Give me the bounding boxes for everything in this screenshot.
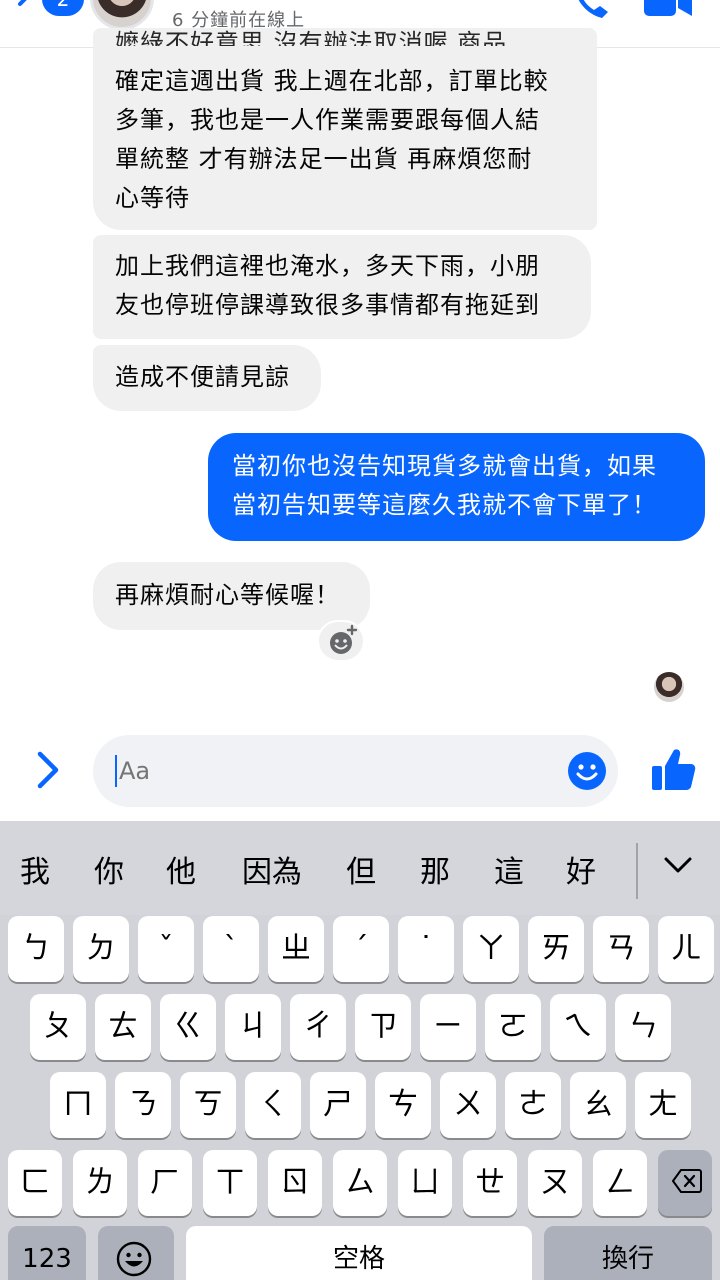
key[interactable]: ㄩ bbox=[398, 1150, 452, 1216]
candidate-word[interactable]: 我 bbox=[20, 847, 50, 891]
message-line: 造成不便請見諒 bbox=[115, 363, 290, 391]
incoming-message[interactable]: 加上我們這裡也淹水，多天下雨，小朋 友也停班停課導致很多事情都有拖延到 bbox=[93, 235, 591, 339]
key[interactable]: ˇ bbox=[138, 916, 194, 982]
chevron-down-icon[interactable] bbox=[660, 851, 696, 879]
key[interactable]: ㄠ bbox=[570, 1072, 626, 1138]
key[interactable]: ㄕ bbox=[310, 1072, 366, 1138]
back-button[interactable]: 2 bbox=[12, 0, 84, 32]
key[interactable]: ㄗ bbox=[355, 994, 411, 1060]
numbers-key[interactable]: 123 bbox=[8, 1226, 86, 1280]
key[interactable]: ㄆ bbox=[30, 994, 86, 1060]
video-camera-icon[interactable] bbox=[644, 0, 694, 18]
backspace-icon bbox=[672, 1169, 702, 1193]
candidate-word[interactable]: 他 bbox=[166, 847, 196, 891]
return-key[interactable]: 換行 bbox=[544, 1226, 712, 1280]
key[interactable]: ˊ bbox=[333, 916, 389, 982]
candidate-word[interactable]: 但 bbox=[346, 847, 376, 891]
message-text-partial: 嬤綠不好意思 沒有辦法取消喔 商品 bbox=[115, 29, 508, 46]
message-line: 加上我們這裡也淹水，多天下雨，小朋 bbox=[115, 252, 540, 280]
unread-count-badge: 2 bbox=[42, 0, 84, 16]
emoji-icon[interactable] bbox=[567, 751, 607, 791]
keyboard: 我 你 他 因為 但 那 這 好 ㄅ ㄉ ˇ ˋ ㄓ ˊ ˙ ㄚ ㄞ ㄢ ㄦ ㄆ… bbox=[0, 821, 720, 1280]
key[interactable]: ㄦ bbox=[658, 916, 714, 982]
message-line: 確定這週出貨 我上週在北部，訂單比較 bbox=[115, 67, 549, 95]
key[interactable]: ㄑ bbox=[245, 1072, 301, 1138]
key[interactable]: ㄍ bbox=[160, 994, 216, 1060]
candidate-word[interactable]: 因為 bbox=[242, 847, 302, 891]
key[interactable]: ㄧ bbox=[420, 994, 476, 1060]
key[interactable]: ㄙ bbox=[333, 1150, 387, 1216]
candidate-word[interactable]: 好 bbox=[566, 847, 596, 891]
key[interactable]: ㄒ bbox=[203, 1150, 257, 1216]
key[interactable]: ㄜ bbox=[505, 1072, 561, 1138]
key[interactable]: ㄇ bbox=[50, 1072, 106, 1138]
key[interactable]: ㄅ bbox=[8, 916, 64, 982]
add-reaction-button[interactable] bbox=[317, 620, 365, 662]
incoming-message[interactable]: 造成不便請見諒 bbox=[93, 345, 321, 411]
candidate-bar: 我 你 他 因為 但 那 這 好 bbox=[0, 821, 720, 915]
incoming-message[interactable]: 嬤綠不好意思 沒有辦法取消喔 商品 確定這週出貨 我上週在北部，訂單比較 多筆，… bbox=[93, 28, 597, 230]
key[interactable]: ㄨ bbox=[440, 1072, 496, 1138]
message-line: 友也停班停課導致很多事情都有拖延到 bbox=[115, 291, 540, 319]
key[interactable]: ㄐ bbox=[225, 994, 281, 1060]
key[interactable]: ㄝ bbox=[463, 1150, 517, 1216]
seen-indicator-avatar bbox=[654, 672, 684, 702]
key[interactable]: ㄣ bbox=[615, 994, 671, 1060]
key[interactable]: ㄛ bbox=[485, 994, 541, 1060]
message-input[interactable] bbox=[119, 753, 539, 789]
emoji-key[interactable] bbox=[98, 1226, 174, 1280]
incoming-message[interactable]: 再麻煩耐心等候喔！ bbox=[93, 562, 370, 630]
candidate-divider bbox=[636, 843, 638, 899]
key[interactable]: ㄊ bbox=[95, 994, 151, 1060]
message-line: 心等待 bbox=[115, 184, 190, 212]
key[interactable]: ㄉ bbox=[73, 916, 129, 982]
add-reaction-icon bbox=[330, 624, 358, 654]
key[interactable]: ㄓ bbox=[268, 916, 324, 982]
message-line: 再麻煩耐心等候喔！ bbox=[115, 581, 340, 609]
message-composer[interactable] bbox=[93, 735, 618, 807]
chevron-right-icon[interactable] bbox=[30, 748, 66, 792]
key[interactable]: ㄎ bbox=[180, 1072, 236, 1138]
key[interactable]: ㄔ bbox=[290, 994, 346, 1060]
message-line: 多筆，我也是一人作業需要跟每個人結 bbox=[115, 106, 540, 134]
text-caret bbox=[115, 755, 117, 787]
message-line: 當初告知要等這麼久我就不會下單了！ bbox=[232, 491, 657, 519]
candidate-word[interactable]: 那 bbox=[420, 847, 450, 891]
key[interactable]: ㄚ bbox=[463, 916, 519, 982]
outgoing-message[interactable]: 當初你也沒告知現貨多就會出貨，如果 當初告知要等這麼久我就不會下單了！ bbox=[208, 433, 705, 541]
key[interactable]: ㄤ bbox=[635, 1072, 691, 1138]
key[interactable]: ㄈ bbox=[8, 1150, 62, 1216]
key[interactable]: ㄖ bbox=[268, 1150, 322, 1216]
key[interactable]: ㄘ bbox=[375, 1072, 431, 1138]
chevron-left-icon bbox=[18, 0, 27, 6]
key[interactable]: ˙ bbox=[398, 916, 454, 982]
key[interactable]: ㄟ bbox=[550, 994, 606, 1060]
candidate-word[interactable]: 這 bbox=[494, 847, 524, 891]
key[interactable]: ㄞ bbox=[528, 916, 584, 982]
key[interactable]: ㄋ bbox=[115, 1072, 171, 1138]
key[interactable]: ˋ bbox=[203, 916, 259, 982]
phone-icon[interactable] bbox=[572, 0, 610, 22]
emoji-face-icon bbox=[116, 1241, 152, 1277]
key[interactable]: ㄥ bbox=[593, 1150, 647, 1216]
key[interactable]: ㄢ bbox=[593, 916, 649, 982]
message-line: 當初你也沒告知現貨多就會出貨，如果 bbox=[232, 452, 657, 480]
key[interactable]: ㄌ bbox=[73, 1150, 127, 1216]
space-key[interactable]: 空格 bbox=[186, 1226, 532, 1280]
key[interactable]: ㄏ bbox=[138, 1150, 192, 1216]
candidate-word[interactable]: 你 bbox=[94, 847, 124, 891]
message-line: 單統整 才有辦法足一出貨 再麻煩您耐 bbox=[115, 145, 533, 173]
backspace-key[interactable] bbox=[658, 1150, 712, 1216]
thumbs-up-icon[interactable] bbox=[650, 746, 696, 792]
key[interactable]: ㄡ bbox=[528, 1150, 582, 1216]
